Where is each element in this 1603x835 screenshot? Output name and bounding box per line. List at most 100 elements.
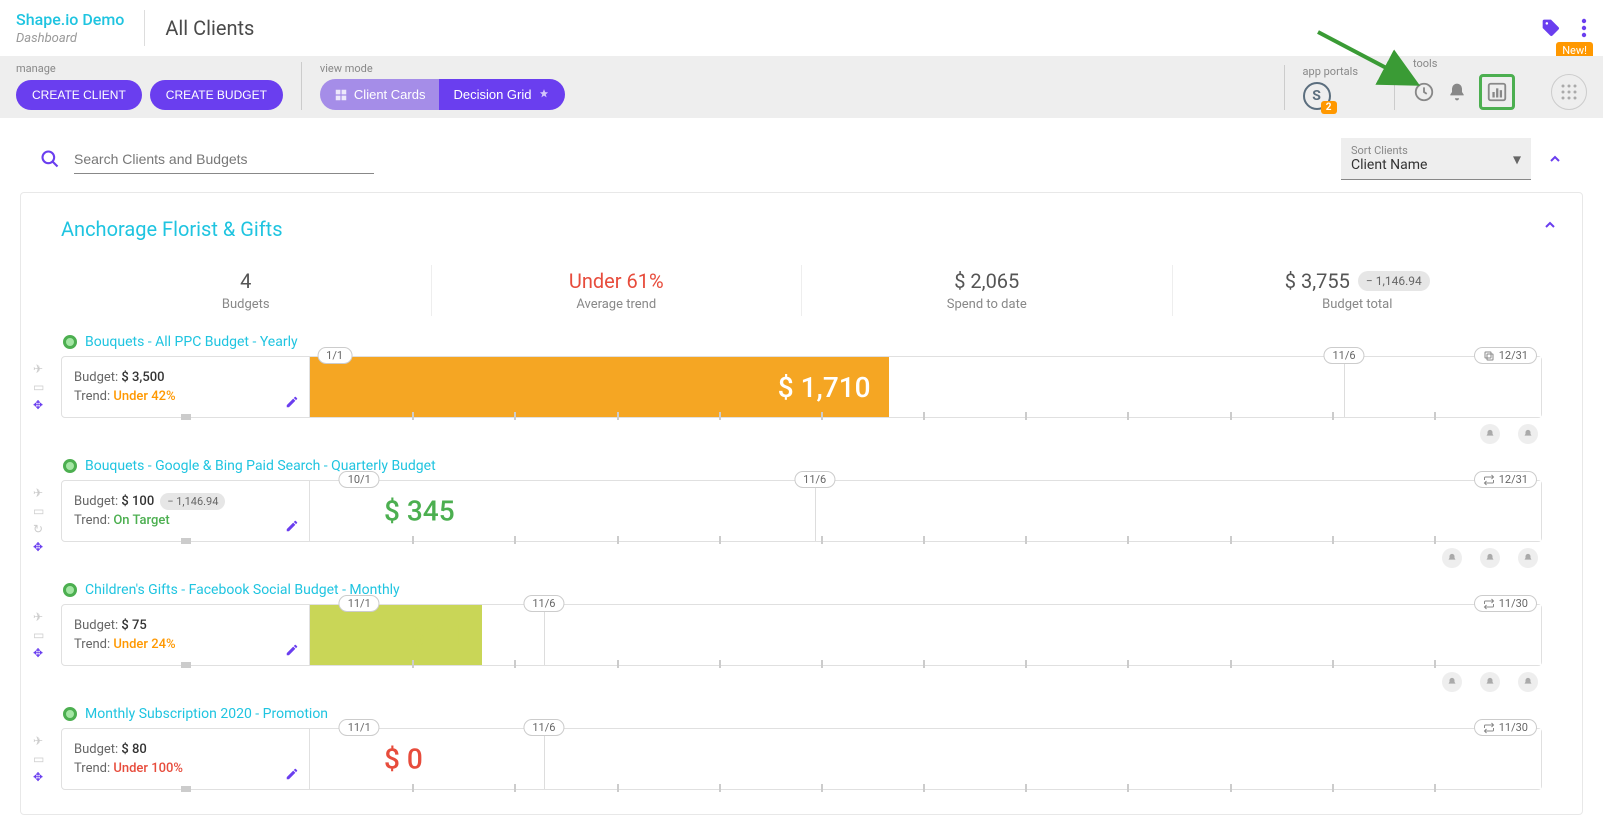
spend-amount: $ 345 [384,495,455,528]
create-client-button[interactable]: CREATE CLIENT [16,80,142,110]
drag-handle[interactable] [181,662,191,668]
bell-icon[interactable] [1447,81,1467,103]
bell-chip[interactable] [1442,672,1462,692]
today-date-pill: 11/6 [1323,347,1364,364]
spend-amount: $ 11 [410,619,465,652]
car-icon: ▭ [33,628,44,642]
bar-track: $ 0 11/1 11/6 11/30 [310,729,1541,789]
decision-grid-tab[interactable]: Decision Grid [439,79,565,110]
refresh-icon: ↻ [33,522,44,536]
manage-label: manage [16,62,283,75]
budget-item: ✈ ▭ ✥ Children's Gifts - Facebook Social… [61,582,1542,692]
today-marker [815,481,816,541]
ticks [310,786,1541,792]
viewmode-label: view mode [320,62,566,75]
budget-bar[interactable]: Budget: $ 100− 1,146.94 Trend: On Target… [61,480,1542,542]
apps-grid-icon[interactable] [1551,74,1587,110]
create-budget-button[interactable]: CREATE BUDGET [150,80,283,110]
today-marker [544,605,545,665]
bar-track: $ 11 11/1 11/6 11/30 [310,605,1541,665]
budget-item: ✈ ▭ ↻ ✥ Bouquets - Google & Bing Paid Se… [61,458,1542,568]
pencil-icon[interactable] [285,643,299,657]
budget-name[interactable]: Bouquets - Google & Bing Paid Search - Q… [85,458,436,474]
bell-chip[interactable] [1480,548,1500,568]
spend-amount: $ 1,710 [778,371,871,404]
collapse-all-icon[interactable] [1547,151,1563,167]
budget-name[interactable]: Monthly Subscription 2020 - Promotion [85,706,328,722]
status-dot [63,707,77,721]
search-sort-row: Sort Clients Client Name ▾ [0,118,1603,192]
plane-icon: ✈ [33,610,44,624]
ticks [310,414,1541,420]
car-icon: ▭ [33,504,44,518]
move-icon[interactable]: ✥ [33,770,44,784]
bell-chip[interactable] [1480,424,1500,444]
plane-icon: ✈ [33,362,44,376]
end-date-pill: 11/30 [1474,595,1537,612]
source-icons: ✈ ▭ ✥ [33,362,44,412]
bell-chip[interactable] [1442,548,1462,568]
move-icon[interactable]: ✥ [33,398,44,412]
spend-fill: $ 1,710 [310,357,889,417]
notif-row [61,548,1542,568]
pencil-icon[interactable] [285,519,299,533]
end-date-pill: 12/31 [1474,347,1537,364]
stat-trend-label: Average trend [432,297,802,312]
search-input[interactable] [74,145,374,174]
budget-bar[interactable]: Budget: $ 75 Trend: Under 24% $ 11 11/1 … [61,604,1542,666]
source-icons: ✈ ▭ ✥ [33,734,44,784]
plane-icon: ✈ [33,734,44,748]
stats-row: 4 Budgets Under 61% Average trend $ 2,06… [61,265,1542,316]
pencil-icon[interactable] [285,767,299,781]
budget-info: Budget: $ 80 Trend: Under 100% [62,729,310,789]
tag-icon[interactable] [1541,18,1561,38]
pencil-icon[interactable] [285,395,299,409]
stat-total: $ 3,755 − 1,146.94 Budget total [1173,265,1543,316]
status-dot [63,583,77,597]
delta-chip: − 1,146.94 [160,493,225,510]
start-date-pill: 10/1 [339,471,380,488]
bell-chip[interactable] [1480,672,1500,692]
drag-handle[interactable] [181,414,191,420]
budget-name[interactable]: Bouquets - All PPC Budget - Yearly [85,334,298,350]
card-collapse-icon[interactable] [1542,217,1558,233]
budget-info: Budget: $ 100− 1,146.94 Trend: On Target [62,481,310,541]
stat-spend-label: Spend to date [802,297,1172,312]
stat-budgets: 4 Budgets [61,265,432,316]
total-delta-chip: − 1,146.94 [1358,271,1430,291]
kebab-menu-icon[interactable] [1581,18,1587,38]
client-cards-tab[interactable]: Client Cards [320,79,440,110]
bell-chip[interactable] [1518,424,1538,444]
bell-chip[interactable] [1518,548,1538,568]
stat-budgets-label: Budgets [61,297,431,312]
budget-info: Budget: $ 75 Trend: Under 24% [62,605,310,665]
status-dot [63,459,77,473]
today-marker [1344,357,1345,417]
chart-icon[interactable] [1486,81,1508,103]
move-icon[interactable]: ✥ [33,646,44,660]
brand-block: Shape.io Demo Dashboard [16,10,145,46]
stat-total-value: $ 3,755 − 1,146.94 [1173,269,1543,293]
sort-dropdown[interactable]: Sort Clients Client Name ▾ [1341,138,1531,180]
end-date-pill: 12/31 [1474,471,1537,488]
source-icons: ✈ ▭ ↻ ✥ [33,486,44,554]
client-card: Anchorage Florist & Gifts 4 Budgets Unde… [20,192,1583,815]
clock-icon[interactable] [1413,81,1435,103]
shape-portal-icon[interactable]: S 2 [1303,82,1331,110]
ticks [310,538,1541,544]
bell-chip[interactable] [1518,672,1538,692]
drag-handle[interactable] [181,786,191,792]
notif-row [61,672,1542,692]
analytics-highlight [1479,74,1515,110]
budget-bar[interactable]: Budget: $ 3,500 Trend: Under 42% $ 1,710… [61,356,1542,418]
client-name[interactable]: Anchorage Florist & Gifts [61,217,1542,241]
decision-grid-label: Decision Grid [453,87,531,102]
start-date-pill: 11/1 [339,719,380,736]
drag-handle[interactable] [181,538,191,544]
start-date-pill: 11/1 [339,595,380,612]
move-icon[interactable]: ✥ [33,540,44,554]
budget-bar[interactable]: Budget: $ 80 Trend: Under 100% $ 0 11/1 … [61,728,1542,790]
ticks [310,662,1541,668]
brand-name[interactable]: Shape.io Demo [16,10,124,29]
search-icon[interactable] [40,149,60,169]
